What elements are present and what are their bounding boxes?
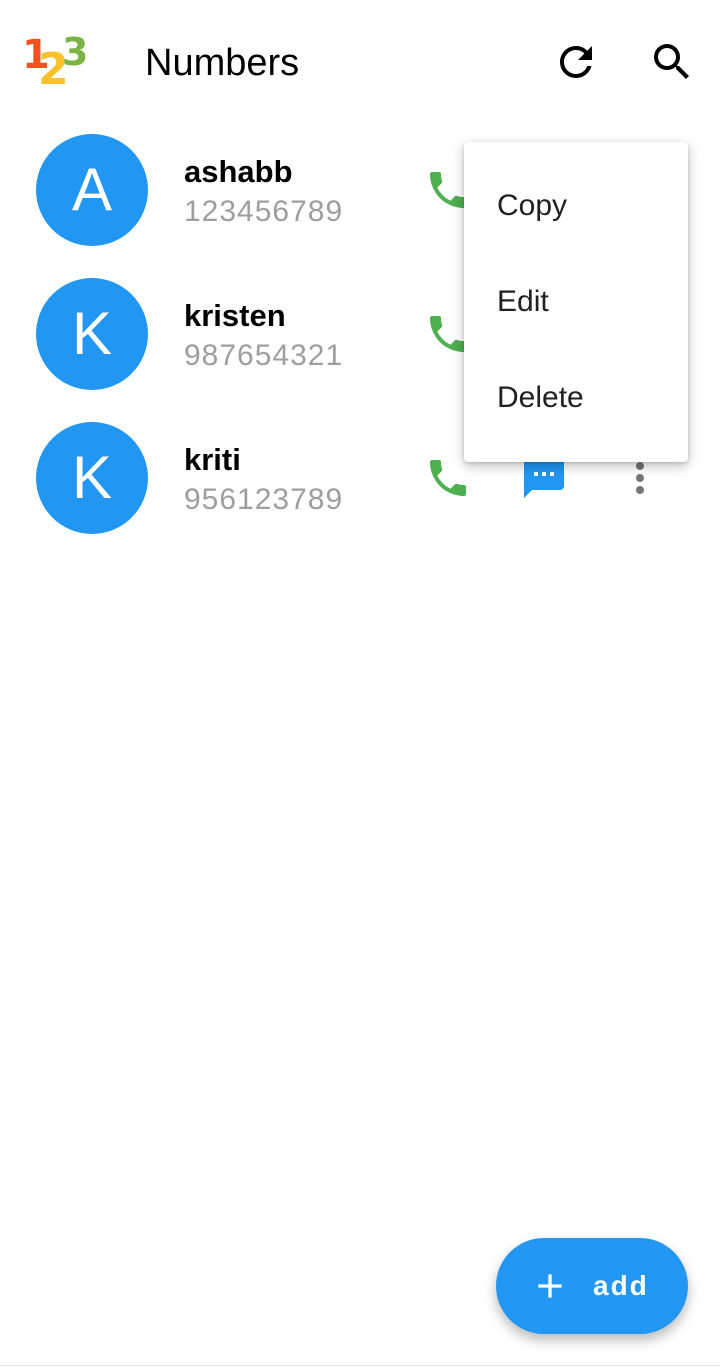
contact-name: kristen — [184, 298, 286, 333]
avatar: K — [36, 422, 148, 534]
avatar: A — [36, 134, 148, 246]
menu-item-edit[interactable]: Edit — [464, 254, 688, 350]
context-menu: Copy Edit Delete — [464, 142, 688, 462]
menu-item-delete[interactable]: Delete — [464, 350, 688, 446]
plus-icon — [538, 1274, 562, 1298]
app-bar: 1 2 3 Numbers — [0, 0, 720, 124]
logo-digit-three: 3 — [62, 30, 89, 74]
search-icon — [654, 44, 689, 79]
bottom-divider — [0, 1365, 720, 1366]
add-button-label: add — [593, 1270, 649, 1301]
contact-name: kriti — [184, 442, 241, 477]
contact-name: ashabb — [184, 154, 293, 189]
search-button[interactable] — [648, 38, 696, 86]
avatar: K — [36, 278, 148, 390]
add-button[interactable]: add — [496, 1238, 688, 1334]
menu-item-copy[interactable]: Copy — [464, 158, 688, 254]
refresh-icon — [560, 46, 592, 78]
page-title: Numbers — [145, 42, 300, 84]
refresh-button[interactable] — [552, 38, 600, 86]
contact-number: 123456789 — [184, 195, 344, 228]
contact-number: 987654321 — [184, 339, 344, 372]
contact-number: 956123789 — [184, 483, 344, 516]
app-logo: 1 2 3 — [22, 30, 92, 95]
